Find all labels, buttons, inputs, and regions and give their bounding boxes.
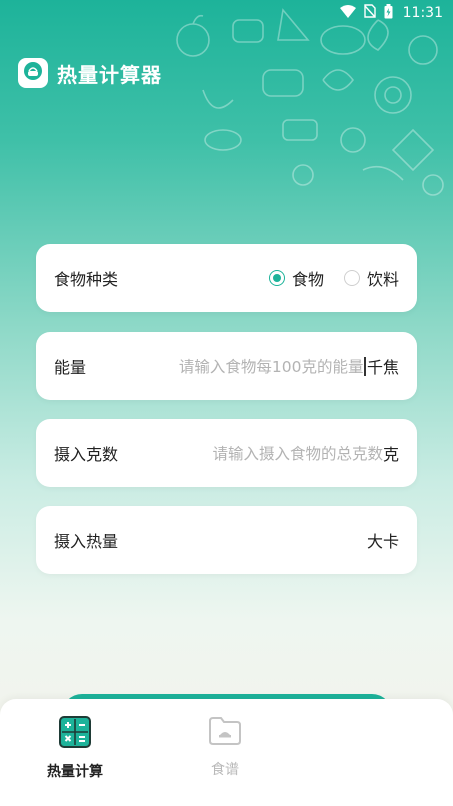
radio-checked-icon [268, 270, 285, 286]
grams-card: 摄入克数 请输入摄入食物的总克数 克 [36, 419, 417, 487]
grams-unit: 克 [382, 445, 399, 464]
radio-drink[interactable]: 饮料 [343, 266, 399, 290]
energy-input[interactable]: 请输入食物每100克的能量 [179, 355, 364, 377]
app-header: 热量计算器 [18, 58, 162, 88]
energy-unit: 千焦 [366, 358, 399, 377]
calories-card: 摄入热量 大卡 [36, 506, 417, 574]
nav-label-calorie-calc: 热量计算 [47, 764, 103, 780]
calories-unit: 大卡 [366, 532, 399, 551]
radio-food[interactable]: 食物 [268, 266, 324, 290]
food-doodle-background [176, 8, 444, 196]
page-title: 热量计算器 [57, 62, 162, 87]
text-cursor [364, 356, 366, 376]
battery-icon [384, 3, 393, 23]
bottom-nav: 热量计算 食谱 [0, 699, 453, 806]
energy-card: 能量 请输入食物每100克的能量 千焦 [36, 332, 417, 400]
no-sim-icon [363, 4, 376, 22]
wifi-icon [339, 4, 356, 22]
nav-item-calorie-calc[interactable]: 热量计算 [0, 699, 150, 806]
calories-label: 摄入热量 [54, 532, 119, 551]
status-bar: 11:31 [0, 0, 453, 26]
radio-drink-label: 饮料 [366, 270, 399, 289]
food-type-card: 食物种类 食物 饮料 [36, 244, 417, 312]
app-logo [18, 58, 48, 88]
radio-unchecked-icon [343, 270, 360, 286]
radio-food-label: 食物 [291, 270, 324, 289]
food-type-radio-group: 食物 饮料 [268, 266, 399, 290]
status-time: 11:31 [402, 5, 443, 21]
nav-label-recipes: 食谱 [211, 762, 239, 778]
grams-label: 摄入克数 [54, 445, 119, 464]
food-type-label: 食物种类 [54, 270, 119, 289]
bowl-icon [22, 60, 44, 86]
calculator-icon [59, 716, 91, 752]
folder-icon [208, 716, 242, 750]
energy-label: 能量 [54, 358, 87, 377]
nav-item-recipes[interactable]: 食谱 [150, 699, 300, 806]
grams-input[interactable]: 请输入摄入食物的总克数 [212, 442, 383, 464]
